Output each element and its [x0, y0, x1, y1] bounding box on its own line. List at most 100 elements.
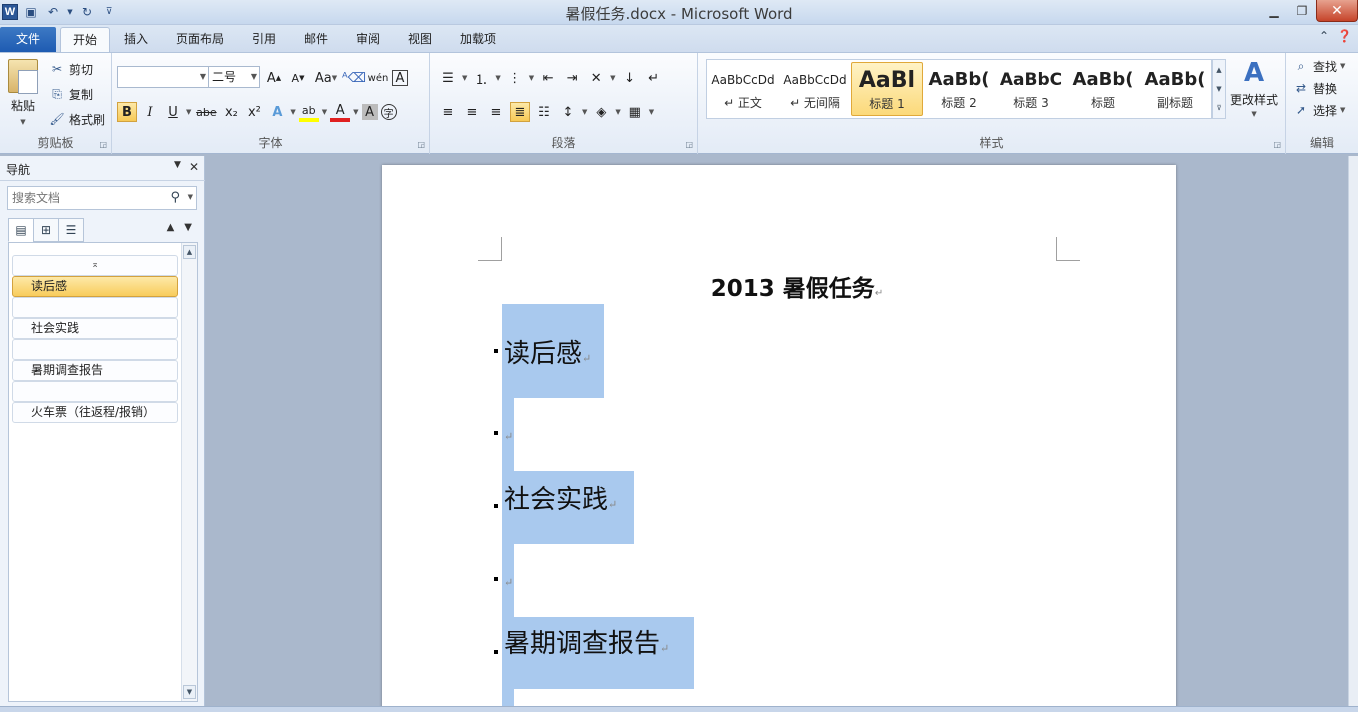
nav-tab-results[interactable]: ☰: [58, 218, 84, 242]
shading-icon[interactable]: ◈: [591, 102, 611, 122]
help-icon[interactable]: ❓: [1337, 29, 1352, 43]
bullets-icon[interactable]: ☰: [438, 68, 458, 88]
font-launcher-icon[interactable]: ◲: [417, 140, 425, 149]
nav-heading-item[interactable]: 火车票（往返程/报销）: [12, 402, 178, 423]
paragraph-launcher-icon[interactable]: ◲: [685, 140, 693, 149]
bold-icon[interactable]: B: [117, 102, 137, 122]
multilevel-list-icon[interactable]: ⋮: [505, 68, 525, 88]
sort-icon[interactable]: ↓: [620, 68, 640, 88]
minimize-ribbon-icon[interactable]: ⌃: [1319, 29, 1329, 43]
document-empty-line[interactable]: ↵: [504, 417, 513, 447]
paste-button[interactable]: 粘贴 ▼: [8, 59, 38, 126]
gallery-more-icon[interactable]: ⊽: [1216, 104, 1221, 112]
highlight-icon[interactable]: ab: [298, 102, 319, 122]
close-icon[interactable]: ✕: [1316, 0, 1358, 22]
select-button[interactable]: ➚ 选择 ▼: [1292, 101, 1345, 119]
style-heading-3[interactable]: AaBbC 标题 3: [995, 62, 1067, 116]
show-hide-marks-icon[interactable]: ↵: [644, 68, 664, 88]
document-title[interactable]: 2013 暑假任务↵: [382, 269, 1176, 303]
font-color-dropdown-icon[interactable]: ▼: [353, 108, 358, 116]
align-left-icon[interactable]: ≡: [438, 102, 458, 122]
minimize-icon[interactable]: ▁: [1260, 0, 1288, 22]
tab-view[interactable]: 视图: [396, 27, 444, 52]
nav-heading-item[interactable]: [12, 297, 178, 318]
chinese-layout-icon[interactable]: ✕: [586, 68, 606, 88]
tab-page-layout[interactable]: 页面布局: [164, 27, 236, 52]
strikethrough-icon[interactable]: abe: [194, 102, 218, 122]
align-right-icon[interactable]: ≡: [486, 102, 506, 122]
borders-icon[interactable]: ▦: [625, 102, 645, 122]
font-name-combo[interactable]: ▼: [117, 66, 209, 88]
text-effects-dropdown-icon[interactable]: ▼: [290, 108, 295, 116]
enclose-characters-icon[interactable]: 字: [380, 104, 397, 120]
tab-references[interactable]: 引用: [240, 27, 288, 52]
nav-tab-pages[interactable]: ⊞: [33, 218, 59, 242]
clipboard-launcher-icon[interactable]: ◲: [99, 140, 107, 149]
find-button[interactable]: ⌕ 查找 ▼: [1292, 57, 1346, 75]
change-styles-button[interactable]: A 更改样式 ▼: [1230, 57, 1278, 118]
tab-insert[interactable]: 插入: [112, 27, 160, 52]
document-heading-line[interactable]: 读后感↵: [504, 333, 591, 370]
font-color-icon[interactable]: A: [330, 102, 351, 122]
highlight-dropdown-icon[interactable]: ▼: [322, 108, 327, 116]
tab-home[interactable]: 开始: [60, 27, 111, 52]
font-size-combo[interactable]: 二号 ▼: [208, 66, 260, 88]
numbering-icon[interactable]: ⒈: [471, 68, 491, 88]
cut-button[interactable]: ✂ 剪切: [48, 60, 93, 78]
shading-dropdown-icon[interactable]: ▼: [615, 108, 620, 116]
nav-heading-item[interactable]: 暑期调查报告: [12, 360, 178, 381]
tab-file[interactable]: 文件: [0, 27, 56, 52]
nav-search-input[interactable]: [8, 187, 158, 209]
document-heading-line[interactable]: 社会实践↵: [504, 479, 617, 516]
underline-icon[interactable]: U: [163, 102, 183, 122]
nav-heading-item[interactable]: [12, 381, 178, 402]
previous-heading-icon[interactable]: ▲: [167, 222, 175, 233]
style-subtitle[interactable]: AaBb( 副标题: [1139, 62, 1211, 116]
line-spacing-icon[interactable]: ↕: [558, 102, 578, 122]
document-page[interactable]: 2013 暑假任务↵ 读后感↵ ↵ 社会实践↵ ↵ 暑期调查报告↵: [382, 165, 1176, 706]
numbering-dropdown-icon[interactable]: ▼: [495, 74, 500, 82]
shrink-font-icon[interactable]: A ▼: [288, 68, 308, 88]
nav-collapse-all[interactable]: ⌅: [12, 255, 178, 276]
justify-icon[interactable]: ≣: [510, 102, 530, 122]
italic-icon[interactable]: I: [140, 102, 160, 122]
change-case-icon[interactable]: Aa ▼: [312, 68, 340, 88]
nav-heading-item[interactable]: 读后感: [12, 276, 178, 297]
multilevel-dropdown-icon[interactable]: ▼: [529, 74, 534, 82]
style-title[interactable]: AaBb( 标题: [1067, 62, 1139, 116]
character-border-icon[interactable]: A: [392, 70, 408, 86]
style-heading-2[interactable]: AaBb( 标题 2: [923, 62, 995, 116]
restore-icon[interactable]: ❐: [1288, 0, 1316, 22]
search-icon[interactable]: ⚲: [170, 190, 180, 205]
character-shading-icon[interactable]: A: [361, 104, 378, 120]
underline-dropdown-icon[interactable]: ▼: [186, 108, 191, 116]
copy-button[interactable]: ⎘ 复制: [48, 85, 93, 103]
styles-launcher-icon[interactable]: ◲: [1273, 140, 1281, 149]
subscript-icon[interactable]: x₂: [221, 102, 241, 122]
document-heading-line[interactable]: 暑期调查报告↵: [504, 623, 669, 660]
text-effects-icon[interactable]: A: [267, 102, 287, 122]
decrease-indent-icon[interactable]: ⇤: [538, 68, 558, 88]
document-vertical-scrollbar[interactable]: [1348, 156, 1358, 706]
nav-heading-item[interactable]: 社会实践: [12, 318, 178, 339]
bullets-dropdown-icon[interactable]: ▼: [462, 74, 467, 82]
line-spacing-dropdown-icon[interactable]: ▼: [582, 108, 587, 116]
replace-button[interactable]: ⇄ 替换: [1292, 79, 1337, 97]
phonetic-guide-icon[interactable]: wén: [368, 68, 389, 88]
borders-dropdown-icon[interactable]: ▼: [649, 108, 654, 116]
search-dropdown-icon[interactable]: ▼: [188, 193, 193, 201]
distributed-icon[interactable]: ☷: [534, 102, 554, 122]
clear-formatting-icon[interactable]: ᴬ⌫: [342, 68, 366, 88]
tab-addins[interactable]: 加载项: [448, 27, 508, 52]
nav-heading-item[interactable]: [12, 339, 178, 360]
superscript-icon[interactable]: x²: [244, 102, 264, 122]
nav-scrollbar[interactable]: ▲ ▼: [181, 243, 197, 701]
format-painter-button[interactable]: 🖌 格式刷: [48, 110, 105, 128]
increase-indent-icon[interactable]: ⇥: [562, 68, 582, 88]
gallery-up-icon[interactable]: ▲: [1216, 66, 1221, 74]
scroll-down-icon[interactable]: ▼: [183, 685, 196, 699]
style-no-spacing[interactable]: AaBbCcDd ↵ 无间隔: [779, 62, 851, 116]
chinese-layout-dropdown-icon[interactable]: ▼: [610, 74, 615, 82]
style-normal[interactable]: AaBbCcDd ↵ 正文: [707, 62, 779, 116]
tab-mailings[interactable]: 邮件: [292, 27, 340, 52]
